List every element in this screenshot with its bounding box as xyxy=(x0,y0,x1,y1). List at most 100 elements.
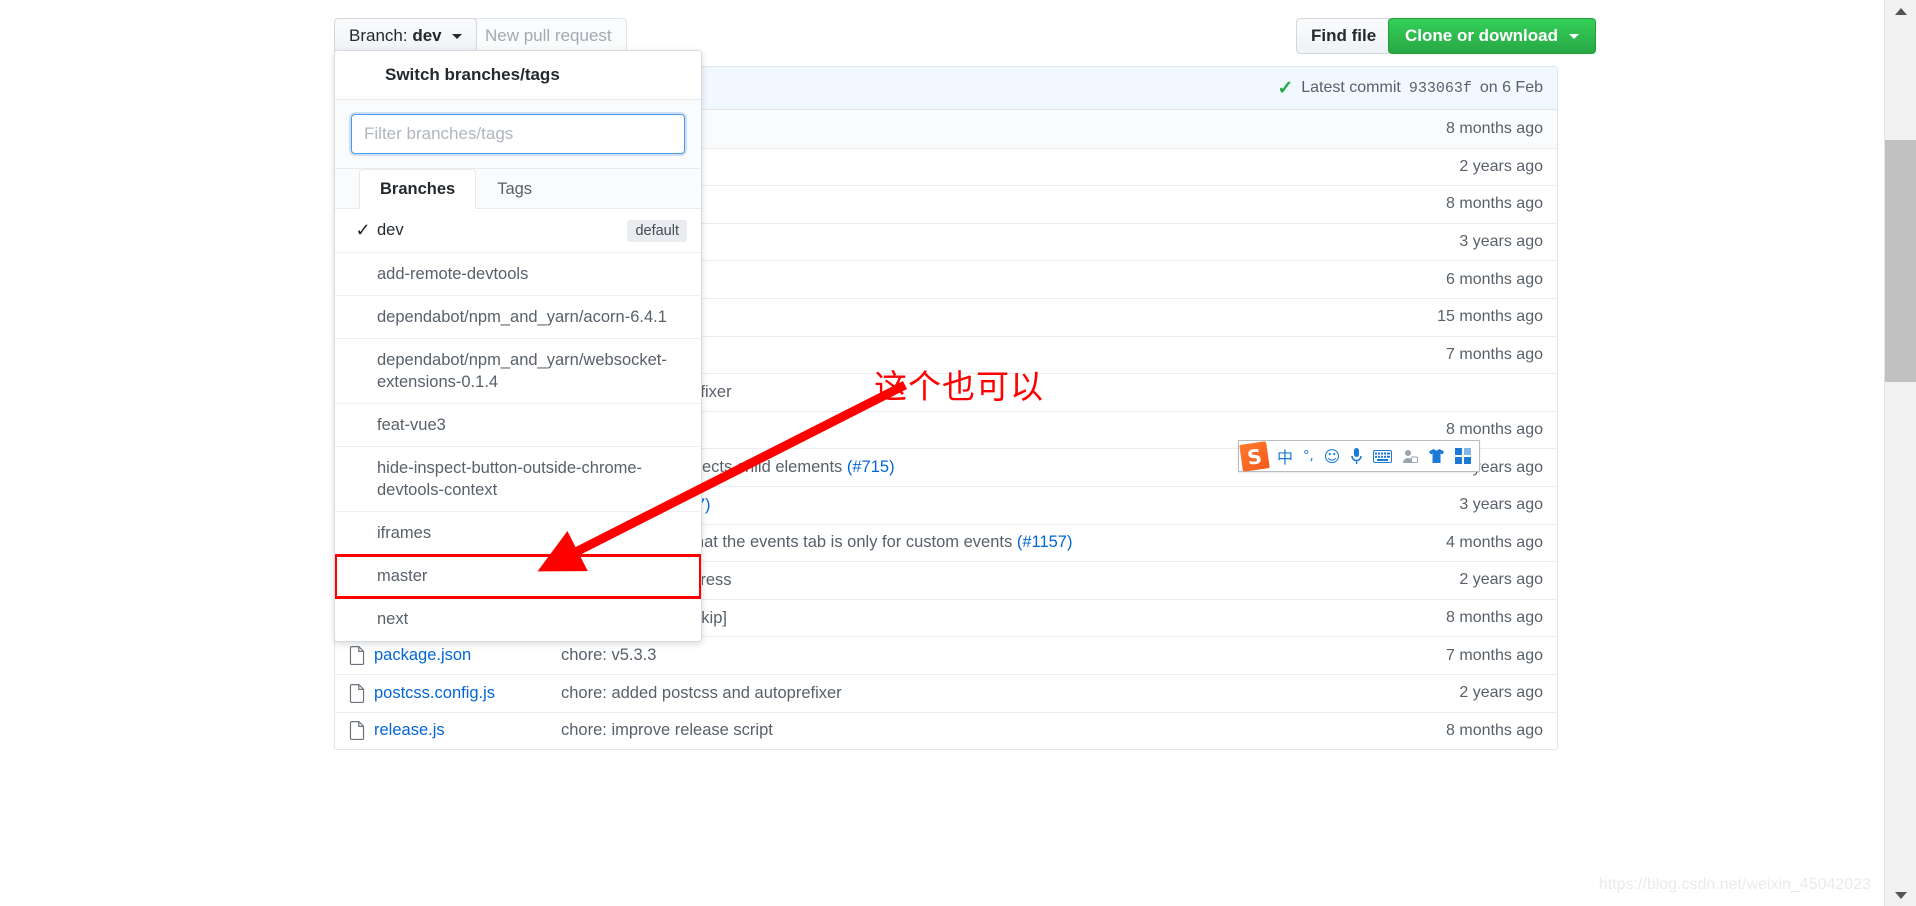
branch-list: ✓devdefault add-remote-devtools dependabot… xyxy=(335,209,701,641)
commit-message-text: chore: added postcss and autoprefixer xyxy=(561,684,842,702)
branch-name-label: dependabot/npm_and_yarn/acorn-6.4.1 xyxy=(377,306,687,328)
commit-time-cell: 8 months ago xyxy=(1446,722,1543,740)
person-badge-glyph xyxy=(1402,449,1418,464)
branch-name-label: dependabot/npm_and_yarn/websocket-extens… xyxy=(377,349,687,393)
keyboard-glyph xyxy=(1373,450,1392,463)
chevron-down-icon xyxy=(1569,34,1579,39)
commit-time-cell: 2 years ago xyxy=(1459,684,1543,702)
grid-squares-glyph xyxy=(1455,448,1471,464)
branch-name-label: dev xyxy=(377,219,627,241)
language-mode-chinese-icon[interactable]: 中 xyxy=(1272,443,1298,469)
page-scrollbar[interactable] xyxy=(1884,0,1916,906)
file-icon xyxy=(349,646,365,665)
clone-or-download-button[interactable]: Clone or download xyxy=(1388,18,1596,54)
file-name-cell: package.json xyxy=(349,646,561,665)
file-name-link[interactable]: release.js xyxy=(374,721,445,740)
watermark-text: https://blog.csdn.net/weixin_45042023 xyxy=(1599,876,1871,894)
default-branch-badge: default xyxy=(627,220,687,242)
file-icon xyxy=(349,684,365,703)
branch-filter-input[interactable] xyxy=(351,114,685,154)
latest-commit-label: Latest commit xyxy=(1301,79,1401,97)
branch-name-label: iframes xyxy=(377,522,687,544)
file-name-link[interactable]: postcss.config.js xyxy=(374,684,495,703)
commit-time-cell: 3 years ago xyxy=(1459,233,1543,251)
check-success-icon[interactable]: ✓ xyxy=(1277,79,1293,98)
branch-name-label: feat-vue3 xyxy=(377,414,687,436)
branch-current-name: dev xyxy=(412,26,441,45)
branch-list-item[interactable]: dependabot/npm_and_yarn/websocket-extens… xyxy=(335,339,701,404)
sogou-logo-icon[interactable]: S xyxy=(1239,441,1269,471)
commit-message-text: chore: v5.3.3 xyxy=(561,646,656,664)
branch-list-item[interactable]: next xyxy=(335,598,701,641)
table-row[interactable]: release.js chore: improve release script 8… xyxy=(335,712,1557,750)
branch-prefix-label: Branch: xyxy=(349,26,408,45)
skin-theme-icon[interactable] xyxy=(1423,443,1450,469)
commit-message-cell[interactable]: ostcss and autoprefixer xyxy=(561,383,1543,402)
commit-time-cell: 2 years ago xyxy=(1459,571,1543,589)
arrow-up-icon xyxy=(1895,8,1907,15)
branch-name-label: next xyxy=(377,608,687,630)
find-file-button[interactable]: Find file xyxy=(1296,18,1391,54)
emoji-icon[interactable]: ☺ xyxy=(1319,443,1346,469)
branch-list-item[interactable]: hide-inspect-button-outside-chrome-devto… xyxy=(335,447,701,512)
file-name-cell: postcss.config.js xyxy=(349,684,561,703)
branch-list-item[interactable]: ✓devdefault xyxy=(335,209,701,253)
commit-time-cell: 8 months ago xyxy=(1446,195,1543,213)
branch-name-label: hide-inspect-button-outside-chrome-devto… xyxy=(377,457,687,501)
commit-date: on 6 Feb xyxy=(1480,79,1543,97)
commit-message-cell[interactable]: chore: improve release script xyxy=(561,721,1446,740)
branch-dropdown-panel: Switch branches/tags BranchesTags ✓devde… xyxy=(334,50,702,642)
commit-time-cell: 6 months ago xyxy=(1446,271,1543,289)
commit-sha-link[interactable]: 933063f xyxy=(1409,80,1472,97)
arrow-down-icon xyxy=(1895,892,1907,899)
commit-time-cell: 2 years ago xyxy=(1459,158,1543,176)
new-pull-request-button[interactable]: New pull request xyxy=(470,18,627,54)
dropdown-tabs: BranchesTags xyxy=(335,169,701,209)
tshirt-glyph xyxy=(1428,448,1445,464)
commit-time-cell: 15 months ago xyxy=(1437,308,1543,326)
dropdown-header-title: Switch branches/tags xyxy=(335,51,701,100)
tab-tags[interactable]: Tags xyxy=(476,169,553,209)
check-icon: ✓ xyxy=(349,219,377,241)
commit-time-cell: 8 months ago xyxy=(1446,421,1543,439)
branch-list-item[interactable]: add-remote-devtools xyxy=(335,253,701,296)
latest-commit-meta: ✓ Latest commit 933063f on 6 Feb xyxy=(1277,79,1543,98)
file-icon xyxy=(349,721,365,740)
branch-list-item[interactable]: master xyxy=(335,555,701,598)
branch-selector-button[interactable]: Branch: dev xyxy=(334,18,477,54)
scrollbar-up-button[interactable] xyxy=(1885,0,1916,22)
commit-time-cell: 4 months ago xyxy=(1446,534,1543,552)
branch-name-label: add-remote-devtools xyxy=(377,263,687,285)
table-row[interactable]: postcss.config.js chore: added postcss an… xyxy=(335,674,1557,712)
branch-list-item[interactable]: iframes xyxy=(335,512,701,555)
branch-list-item[interactable]: feat-vue3 xyxy=(335,404,701,447)
scrollbar-down-button[interactable] xyxy=(1885,884,1916,906)
dropdown-filter-row xyxy=(335,100,701,169)
commit-message-text: chore: improve release script xyxy=(561,721,773,739)
commit-issue-link[interactable]: (#1157) xyxy=(1012,533,1072,551)
commit-message-cell[interactable]: chore: added postcss and autoprefixer xyxy=(561,684,1459,703)
commit-time-cell: 7 months ago xyxy=(1446,647,1543,665)
branch-list-item[interactable]: dependabot/npm_and_yarn/acorn-6.4.1 xyxy=(335,296,701,339)
clone-button-label: Clone or download xyxy=(1405,26,1558,45)
commit-issue-link[interactable]: (#715) xyxy=(842,458,894,476)
file-name-cell: release.js xyxy=(349,721,561,740)
punctuation-mode-icon[interactable]: °, xyxy=(1298,443,1319,469)
scrollbar-thumb[interactable] xyxy=(1885,140,1916,382)
page-root: Branch: dev New pull request Find file C… xyxy=(0,0,1916,906)
commit-time-cell: 7 months ago xyxy=(1446,346,1543,364)
voice-input-icon[interactable] xyxy=(1345,443,1368,469)
commit-time-cell: 8 months ago xyxy=(1446,609,1543,627)
tab-branches[interactable]: Branches xyxy=(359,169,476,209)
sogou-ime-toolbar[interactable]: S 中 °, ☺ xyxy=(1238,440,1480,472)
microphone-glyph xyxy=(1350,447,1363,465)
file-name-link[interactable]: package.json xyxy=(374,646,471,665)
soft-keyboard-icon[interactable] xyxy=(1368,443,1397,469)
repo-toolbar: Branch: dev New pull request Find file C… xyxy=(0,0,1884,58)
commit-time-cell: 8 months ago xyxy=(1446,120,1543,138)
commit-message-cell[interactable]: chore: v5.3.3 xyxy=(561,646,1446,665)
commit-time-cell: 3 years ago xyxy=(1459,496,1543,514)
toolbox-icon[interactable] xyxy=(1450,443,1476,469)
user-account-icon[interactable] xyxy=(1397,443,1423,469)
chevron-down-icon xyxy=(452,34,462,39)
